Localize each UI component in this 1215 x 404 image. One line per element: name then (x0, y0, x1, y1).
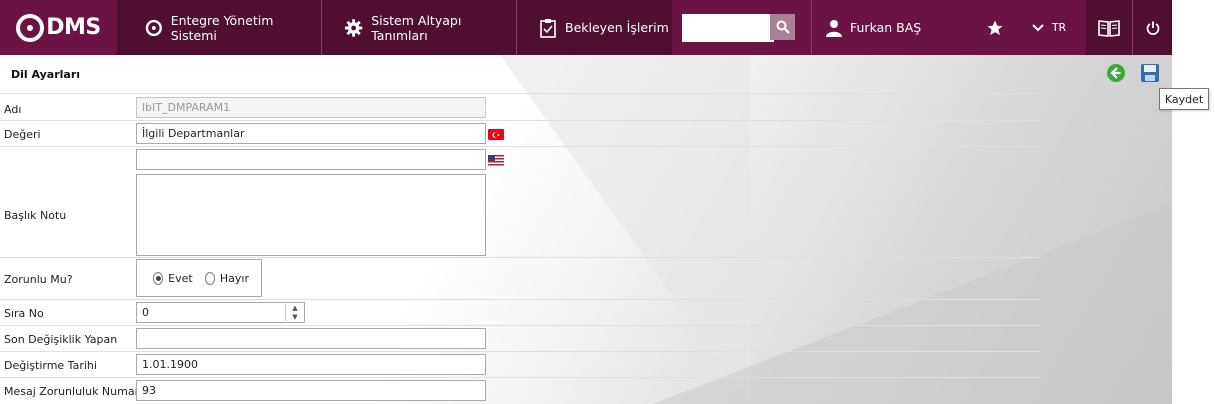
logo-text: DMS (46, 15, 101, 40)
value-en-input[interactable] (136, 149, 486, 170)
favorites-button[interactable] (983, 0, 1007, 55)
modified-by-field[interactable] (136, 328, 486, 349)
name-field: lbIT_DMPARAM1 (136, 97, 486, 118)
required-radio-group: Evet Hayır (136, 259, 262, 297)
nav-item-entegre[interactable]: Entegre Yönetim Sistemi (117, 0, 321, 55)
top-navbar: DMS Entegre Yönetim Sistemi Sistem Altya… (0, 0, 1172, 55)
note-label: Başlık Notu (4, 209, 67, 222)
nav-item-label: Sistem Altyapı Tanımları (371, 12, 462, 43)
back-button[interactable] (1106, 63, 1126, 83)
nav-item-sistem[interactable]: Sistem Altyapı Tanımları (322, 0, 516, 55)
chevron-down-icon (1032, 23, 1044, 31)
star-icon (987, 20, 1003, 35)
msg-required-field[interactable]: 93 (136, 380, 486, 401)
spinner-down-icon[interactable]: ▼ (286, 313, 304, 322)
turkey-flag-icon (488, 129, 504, 140)
save-button[interactable] (1140, 63, 1160, 83)
required-yes-label[interactable]: Evet (168, 272, 193, 285)
manual-button[interactable] (1086, 0, 1132, 55)
user-name: Furkan BAŞ (850, 20, 922, 35)
value-tr-input[interactable]: İlgili Departmanlar (136, 123, 486, 144)
gear-icon (344, 18, 363, 37)
power-icon (1146, 21, 1159, 35)
nav-item-bekleyen[interactable]: Bekleyen İşlerim (517, 0, 672, 55)
required-label: Zorunlu Mu? (4, 273, 73, 286)
language-selector[interactable]: TR (1026, 0, 1072, 55)
page-title: Dil Ayarları (11, 68, 81, 81)
required-no-label[interactable]: Hayır (220, 272, 249, 285)
modified-date-label: Değiştirme Tarihi (4, 359, 97, 372)
modified-by-label: Son Değişiklik Yapan (4, 333, 118, 346)
nav-item-label: Bekleyen İşlerim (565, 20, 669, 35)
app-logo[interactable]: DMS (0, 0, 117, 55)
user-menu[interactable]: Furkan BAŞ (812, 0, 962, 55)
book-icon (1098, 19, 1120, 37)
required-yes-radio[interactable] (153, 271, 164, 285)
search-icon (776, 20, 790, 34)
language-code: TR (1051, 21, 1067, 34)
value-label: Değeri (4, 128, 41, 141)
note-textarea[interactable] (136, 174, 486, 256)
q-logo-icon (145, 19, 162, 36)
msg-required-label: Mesaj Zorunluluk Numarası (4, 385, 155, 398)
logout-button[interactable] (1133, 0, 1172, 55)
floppy-disk-icon (1141, 64, 1159, 82)
clipboard-icon (540, 18, 556, 38)
search-button[interactable] (770, 14, 795, 40)
spinner-up-icon[interactable]: ▲ (286, 304, 304, 313)
order-stepper[interactable]: 0 (136, 302, 305, 323)
us-flag-icon (488, 155, 504, 166)
user-icon (826, 19, 842, 37)
save-tooltip: Kaydet (1159, 88, 1209, 110)
name-label: Adı (4, 103, 22, 116)
order-label: Sıra No (4, 307, 44, 320)
modified-date-field[interactable]: 1.01.1900 (136, 354, 486, 375)
search-input[interactable] (682, 14, 774, 42)
back-arrow-icon (1107, 64, 1125, 82)
nav-item-label: Entegre Yönetim Sistemi (170, 12, 274, 43)
required-no-radio[interactable] (204, 271, 215, 285)
order-spinner[interactable]: ▲ ▼ (285, 304, 304, 321)
q-logo-icon (16, 13, 45, 42)
